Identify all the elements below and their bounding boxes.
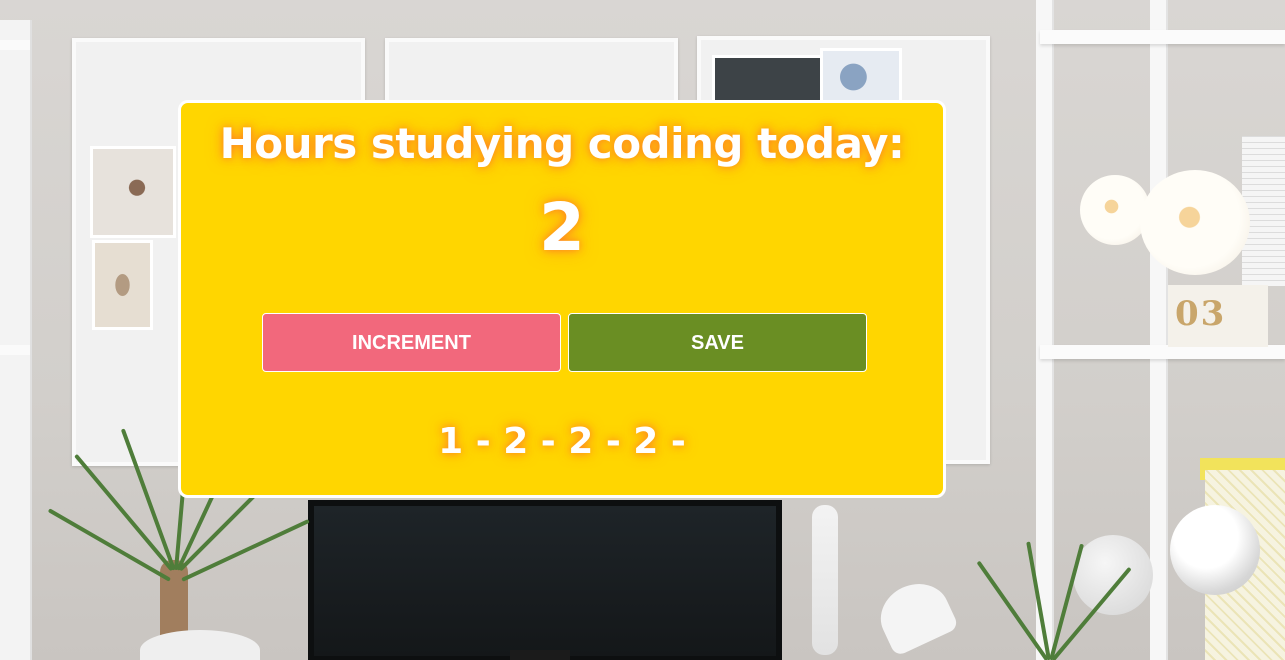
shelf-post [1150, 0, 1168, 660]
counter-card: Hours studying coding today: 2 INCREMENT… [178, 100, 946, 498]
left-shelf [0, 20, 32, 660]
pinned-photo [820, 48, 902, 106]
pinned-photo [90, 146, 176, 238]
microphone [1170, 505, 1260, 595]
increment-button[interactable]: INCREMENT [262, 313, 561, 372]
saved-history: 1 - 2 - 2 - 2 - [438, 421, 686, 462]
box-number-graphic: 03 [1175, 294, 1227, 334]
shelf-post [1036, 0, 1054, 660]
shelf-board [1040, 30, 1285, 44]
tv-stand [510, 650, 570, 660]
plant-pot [140, 630, 260, 660]
decor-sphere [1073, 535, 1153, 615]
counter-value: 2 [539, 189, 585, 266]
pinned-photo [92, 240, 153, 330]
shelf-board [1040, 345, 1285, 359]
desk-lamp [870, 573, 960, 657]
wooden-mannequin [812, 505, 838, 655]
flower [1080, 175, 1150, 245]
television [308, 500, 782, 660]
save-button[interactable]: SAVE [568, 313, 867, 372]
counter-title: Hours studying coding today: [219, 119, 905, 168]
flower [1140, 170, 1250, 275]
